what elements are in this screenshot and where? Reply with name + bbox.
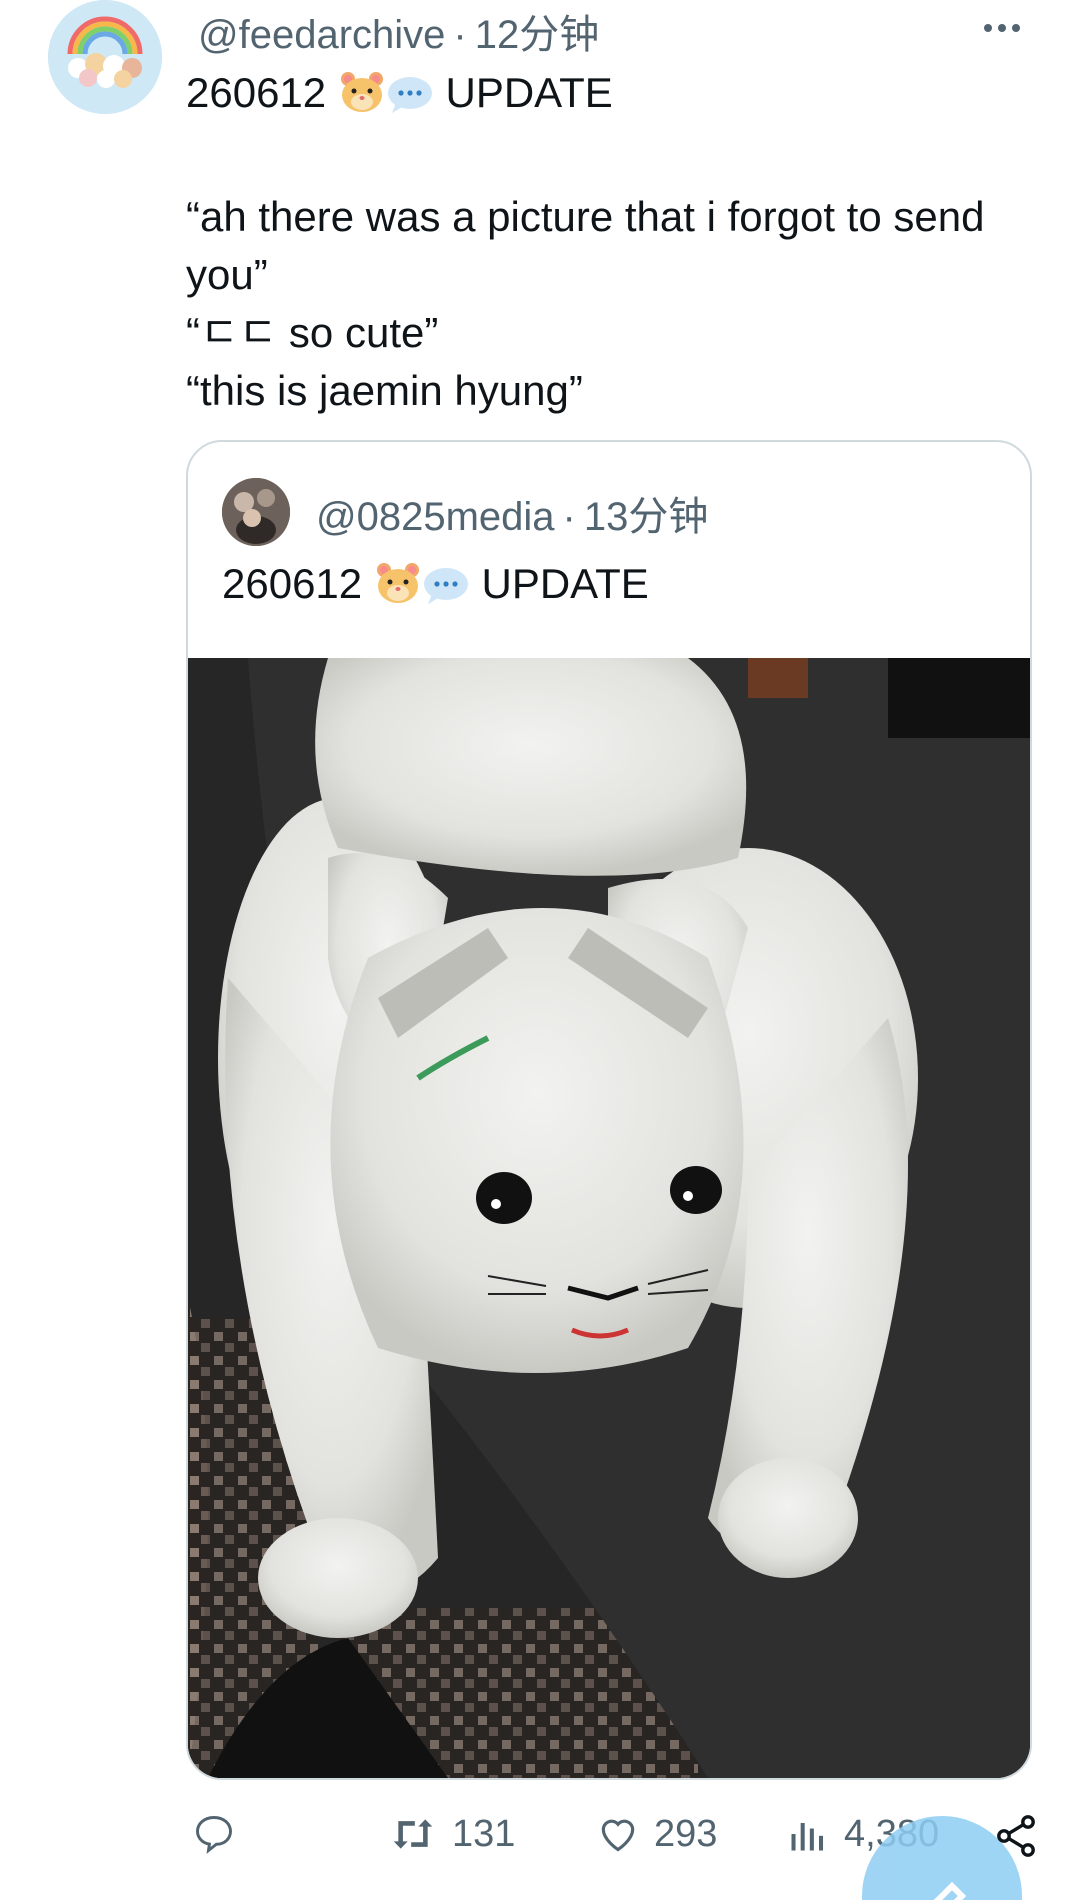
heart-icon [601, 1819, 635, 1852]
quoted-hamster-emoji-icon [374, 560, 422, 616]
retweet-count: 131 [452, 1812, 516, 1855]
hamster-emoji-icon [338, 69, 386, 130]
tweet-quote-1: “ah there was a picture that i forgot to… [186, 193, 997, 298]
quoted-update-label: UPDATE [481, 560, 649, 607]
quoted-avatar-image [222, 478, 290, 546]
separator-dot: · [453, 13, 467, 57]
views-icon [791, 1823, 824, 1851]
tweet-line-update: 260612 UPDATE [186, 64, 1046, 130]
reply-icon [196, 1816, 232, 1854]
like-button[interactable]: 293 [596, 1812, 717, 1856]
speech-bubble-emoji-icon [386, 72, 434, 130]
share-icon [997, 1815, 1035, 1857]
quoted-photo[interactable] [188, 658, 1030, 1778]
update-label: UPDATE [445, 69, 613, 116]
like-count: 293 [654, 1812, 718, 1855]
quoted-separator-dot: · [562, 495, 576, 539]
more-button[interactable] [972, 8, 1032, 48]
quoted-date: 260612 [222, 560, 363, 607]
update-date: 260612 [186, 69, 327, 116]
quoted-handle[interactable]: @0825media [316, 495, 555, 539]
tweet-header: @feedarchive · 12分钟 [198, 2, 599, 60]
avatar-image [48, 0, 162, 114]
author-handle[interactable]: @feedarchive [198, 13, 445, 57]
quoted-avatar[interactable] [222, 478, 290, 546]
avatar[interactable] [48, 0, 162, 114]
reply-button[interactable] [192, 1812, 236, 1856]
quoted-text: 260612 UPDATE [222, 560, 649, 616]
quoted-speech-bubble-emoji-icon [422, 566, 470, 616]
quoted-tweet-card[interactable]: @0825media · 13分钟 260612 UPDATE [186, 440, 1032, 1780]
towel-animal-photo [188, 658, 1030, 1778]
quoted-time[interactable]: 13分钟 [584, 495, 709, 539]
quoted-header: @0825media · 13分钟 [316, 484, 708, 542]
share-button[interactable] [992, 1812, 1040, 1860]
retweet-button[interactable]: 131 [388, 1812, 515, 1856]
tweet: @feedarchive · 12分钟 260612 UPDATE “ah ther… [0, 0, 1080, 1900]
more-icon [984, 24, 1020, 32]
post-time[interactable]: 12分钟 [475, 13, 600, 57]
retweet-icon [393, 1819, 433, 1849]
tweet-quote-3: “this is jaemin hyung” [186, 367, 583, 414]
tweet-text: 260612 UPDATE “ah there was a picture th… [186, 64, 1046, 420]
tweet-quote-2: “ㄷㄷ so cute” [186, 309, 439, 356]
